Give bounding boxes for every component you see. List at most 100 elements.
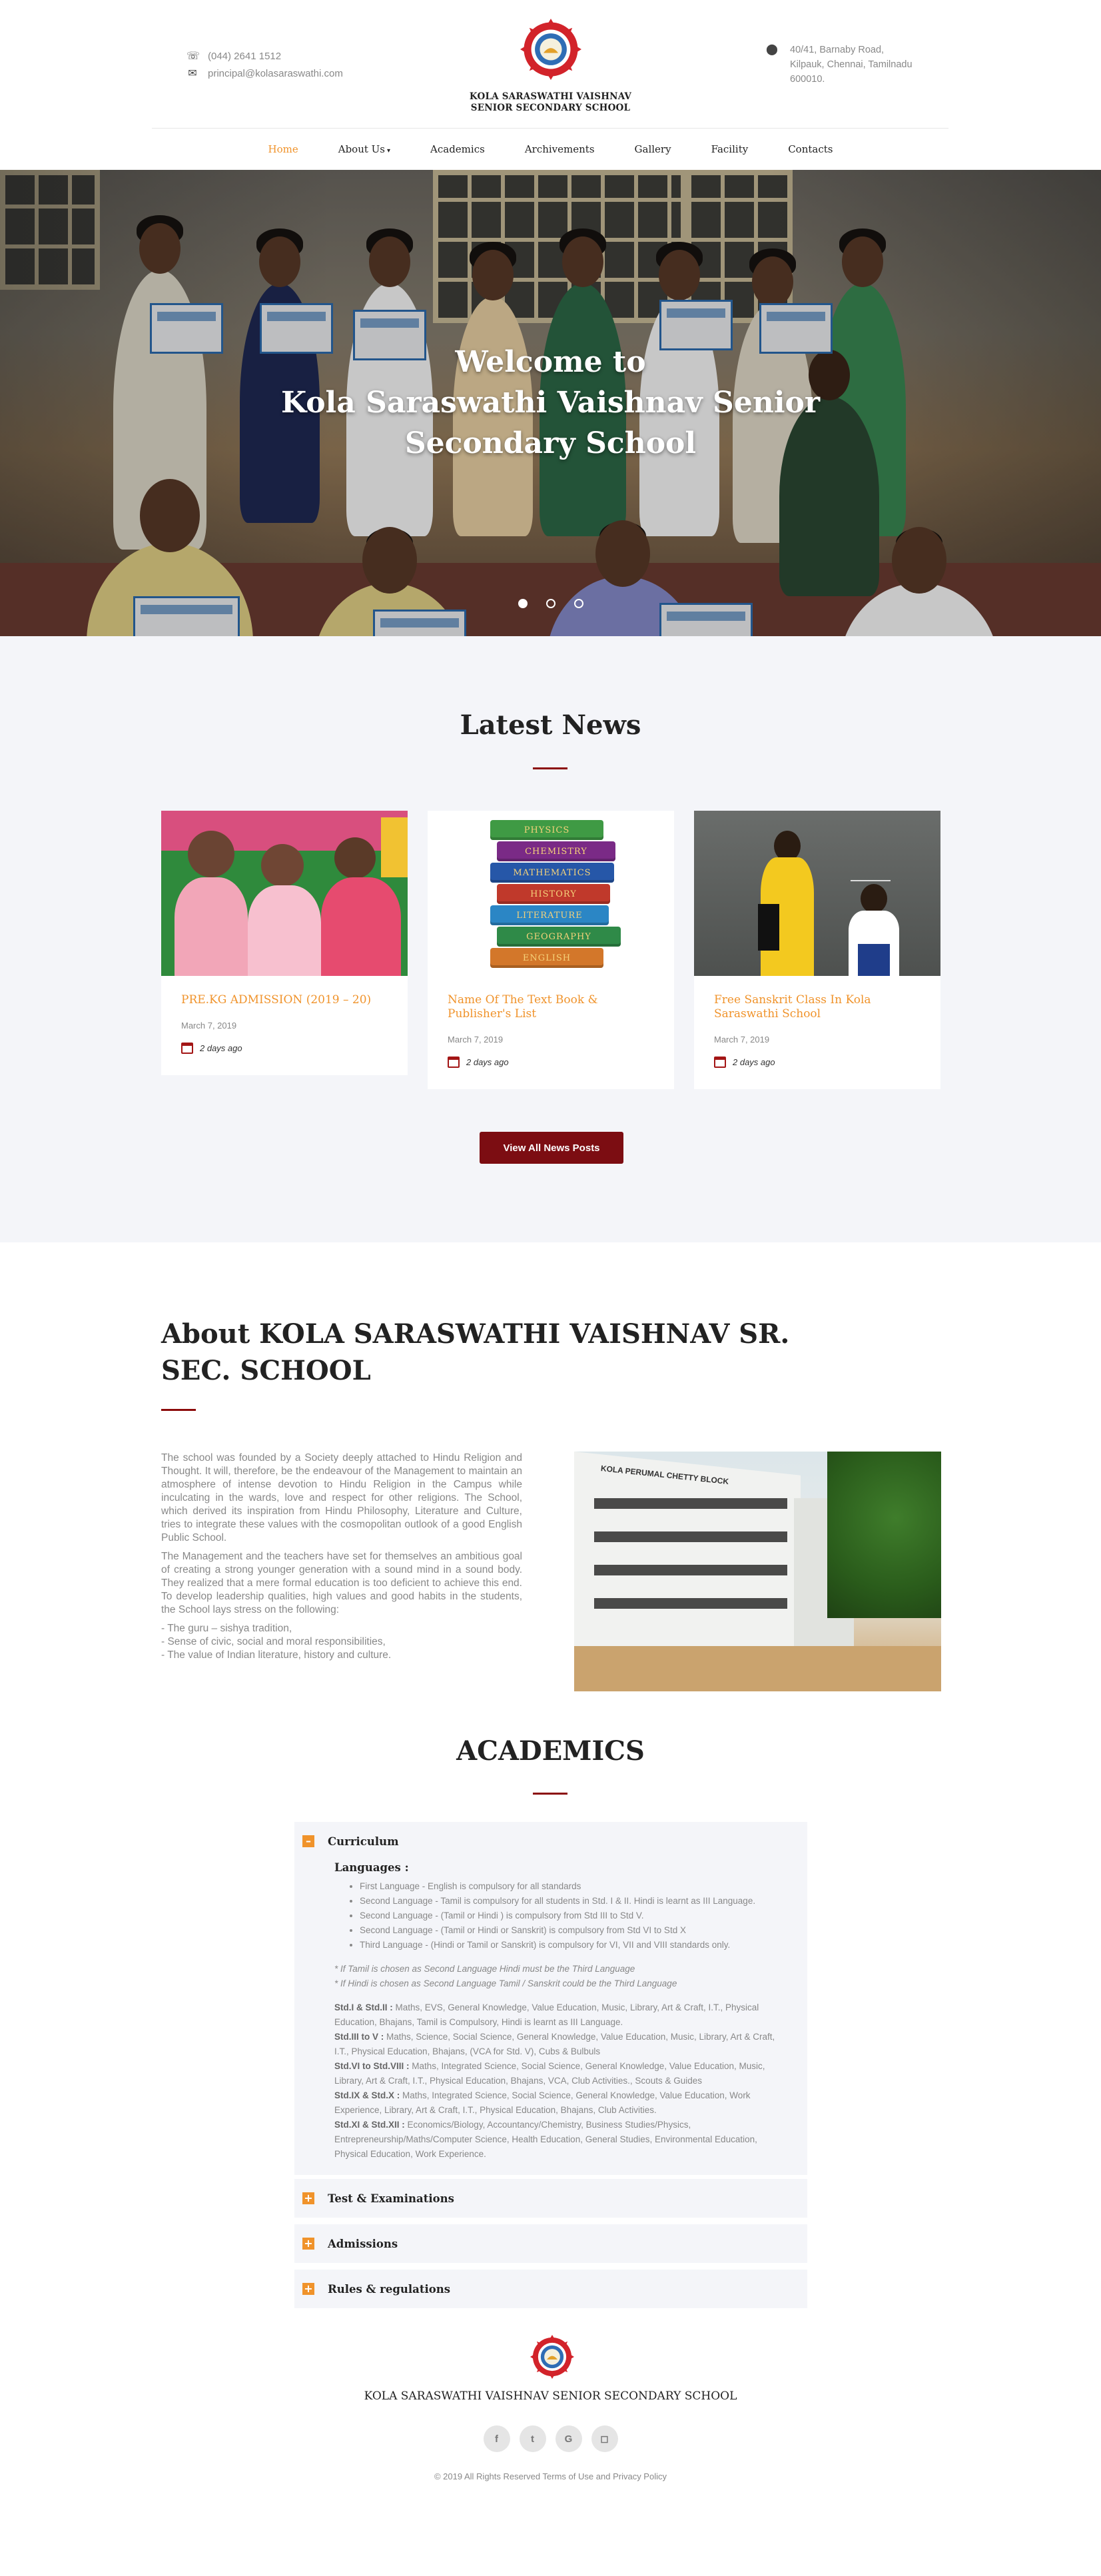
instagram-icon[interactable]: ◻	[591, 2425, 618, 2452]
news-card-age: 2 days ago	[181, 1043, 388, 1054]
news-card[interactable]: PRE.KG ADMISSION (2019 – 20) March 7, 20…	[161, 811, 408, 1075]
hero-title-line3: Secondary School	[404, 426, 697, 460]
language-item: Second Language - (Tamil or Hindi or San…	[360, 1923, 787, 1938]
nav-gallery[interactable]: Gallery	[635, 143, 671, 155]
expand-icon[interactable]: +	[302, 2238, 314, 2250]
nav-archivements[interactable]: Archivements	[525, 143, 595, 155]
language-item: Third Language - (Hindi or Tamil or Sans…	[360, 1938, 787, 1952]
news-card-date: March 7, 2019	[181, 1021, 237, 1031]
subject-std: Std.IX & Std.X :	[334, 2090, 400, 2100]
address-line3: 600010.	[790, 74, 825, 85]
subject-text: Maths, Science, Social Science, General …	[334, 2032, 775, 2056]
facebook-icon[interactable]: f	[483, 2425, 510, 2452]
view-all-news-button[interactable]: View All News Posts	[480, 1132, 623, 1164]
language-item: Second Language - (Tamil or Hindi ) is c…	[360, 1909, 787, 1923]
news-card-title[interactable]: PRE.KG ADMISSION (2019 – 20)	[181, 993, 388, 1007]
language-note: * If Tamil is chosen as Second Language …	[334, 1964, 635, 1974]
subject-row: Std.IX & Std.X : Maths, Integrated Scien…	[334, 2088, 787, 2118]
news-card-image[interactable]: PHYSICS CHEMISTRY MATHEMATICS HISTORY LITERA…	[428, 811, 674, 976]
book-spine: PHYSICS	[490, 820, 603, 840]
header-address: ⬤ 40/41, Barnaby Road, Kilpauk, Chennai,…	[766, 43, 923, 87]
subject-std: Std.VI to Std.VIII :	[334, 2061, 410, 2071]
heading-underline	[533, 767, 567, 769]
hero-title-line1: Welcome to	[455, 345, 646, 379]
expand-icon[interactable]: +	[302, 2192, 314, 2204]
accordion-title: Curriculum	[328, 1835, 399, 1848]
accordion-rules-regulations[interactable]: + Rules & regulations	[294, 2270, 807, 2308]
nav-about-us-label: About Us	[338, 143, 385, 155]
calendar-icon	[714, 1057, 726, 1068]
footer-school-name: KOLA SARASWATHI VAISHNAV SENIOR SECONDAR…	[364, 2389, 737, 2403]
school-logo[interactable]	[520, 19, 581, 80]
collapse-icon[interactable]: –	[302, 1835, 314, 1847]
nav-about-us[interactable]: About Us ▾	[338, 143, 390, 155]
school-name-line1: KOLA SARASWATHI VAISHNAV	[469, 91, 632, 102]
copyright-and: and	[595, 2471, 611, 2481]
accordion-title: Admissions	[328, 2237, 398, 2250]
languages-heading: Languages :	[334, 1861, 409, 1874]
terms-link[interactable]: Terms of Use	[543, 2471, 594, 2481]
slider-dots	[0, 599, 1101, 608]
about-section: About KOLA SARASWATHI VAISHNAV SR. SEC. …	[0, 1242, 1101, 1749]
nav-contacts[interactable]: Contacts	[788, 143, 833, 155]
news-card[interactable]: Free Sanskrit Class In Kola Saraswathi S…	[694, 811, 940, 1089]
slider-dot-2[interactable]	[546, 599, 555, 608]
news-card-age-text: 2 days ago	[200, 1043, 242, 1053]
subject-row: Std.III to V : Maths, Science, Social Sc…	[334, 2030, 787, 2059]
school-name-line2: SENIOR SECONDARY SCHOOL	[470, 103, 631, 113]
subject-text: Maths, EVS, General Knowledge, Value Edu…	[334, 2002, 759, 2027]
brand[interactable]: KOLA SARASWATHI VAISHNAV SENIOR SECONDAR…	[0, 19, 1101, 114]
news-card[interactable]: PHYSICS CHEMISTRY MATHEMATICS HISTORY LITERA…	[428, 811, 674, 1089]
accordion-title: Test & Examinations	[328, 2192, 454, 2205]
accordion-header-curriculum[interactable]: – Curriculum	[294, 1822, 807, 1861]
main-nav: Home About Us ▾ Academics Archivements Ga…	[0, 128, 1101, 170]
accordion-header[interactable]: + Test & Examinations	[294, 2179, 807, 2218]
book-spine: LITERATURE	[490, 905, 609, 925]
site-header: ☏ (044) 2641 1512 ✉ principal@kolasarasw…	[0, 0, 1101, 129]
academics-section: ACADEMICS – Curriculum Languages : First…	[0, 1735, 1101, 2335]
news-card-date: March 7, 2019	[448, 1035, 504, 1045]
news-card-title[interactable]: Free Sanskrit Class In Kola Saraswathi S…	[714, 993, 920, 1021]
nav-home[interactable]: Home	[268, 143, 298, 155]
header-divider	[152, 128, 948, 129]
book-spine: GEOGRAPHY	[497, 927, 621, 947]
slider-dot-1[interactable]	[518, 599, 528, 608]
news-card-age-text: 2 days ago	[733, 1057, 775, 1067]
book-spine: CHEMISTRY	[497, 841, 615, 861]
chevron-down-icon: ▾	[387, 147, 391, 155]
academics-heading: ACADEMICS	[456, 1735, 645, 1767]
copyright-text: © 2019 All Rights Reserved	[434, 2471, 541, 2481]
slider-dot-3[interactable]	[573, 599, 583, 608]
accordion-admissions[interactable]: + Admissions	[294, 2224, 807, 2263]
accordion-title: Rules & regulations	[328, 2282, 451, 2296]
news-card-title[interactable]: Name Of The Text Book & Publisher's List	[448, 993, 654, 1021]
accordion-curriculum: – Curriculum Languages : First Language …	[294, 1822, 807, 2175]
nav-facility[interactable]: Facility	[711, 143, 749, 155]
map-pin-icon: ⬤	[766, 44, 778, 55]
heading-underline	[533, 1793, 567, 1795]
accordion-header[interactable]: + Rules & regulations	[294, 2270, 807, 2308]
social-links: f t G ◻	[0, 2425, 1101, 2452]
news-heading: Latest News	[460, 709, 641, 741]
about-point: - The guru – sishya tradition,	[161, 1623, 292, 1634]
footer-logo[interactable]	[530, 2335, 574, 2379]
expand-icon[interactable]: +	[302, 2283, 314, 2295]
accordion-test-examinations[interactable]: + Test & Examinations	[294, 2179, 807, 2218]
privacy-link[interactable]: Privacy Policy	[613, 2471, 667, 2481]
hero-slider[interactable]: Welcome to Kola Saraswathi Vaishnav Seni…	[0, 170, 1101, 636]
news-card-image[interactable]	[161, 811, 408, 976]
book-spine: HISTORY	[497, 884, 610, 904]
latest-news-section: Latest News PRE.KG ADMISSION (2019 – 20)…	[0, 636, 1101, 1242]
accordion-header[interactable]: + Admissions	[294, 2224, 807, 2263]
twitter-icon[interactable]: t	[519, 2425, 546, 2452]
subject-row: Std.VI to Std.VIII : Maths, Integrated S…	[334, 2059, 787, 2088]
news-card-image[interactable]	[694, 811, 940, 976]
hero-title-line2: Kola Saraswathi Vaishnav Senior	[280, 386, 821, 420]
address-line2: Kilpauk, Chennai, Tamilnadu	[790, 59, 913, 70]
address-line1: 40/41, Barnaby Road,	[790, 45, 885, 55]
nav-academics[interactable]: Academics	[430, 143, 485, 155]
about-paragraph: The Management and the teachers have set…	[161, 1551, 522, 1615]
google-icon[interactable]: G	[555, 2425, 582, 2452]
about-paragraph: The school was founded by a Society deep…	[161, 1452, 522, 1543]
language-item: Second Language - Tamil is compulsory fo…	[360, 1894, 787, 1909]
